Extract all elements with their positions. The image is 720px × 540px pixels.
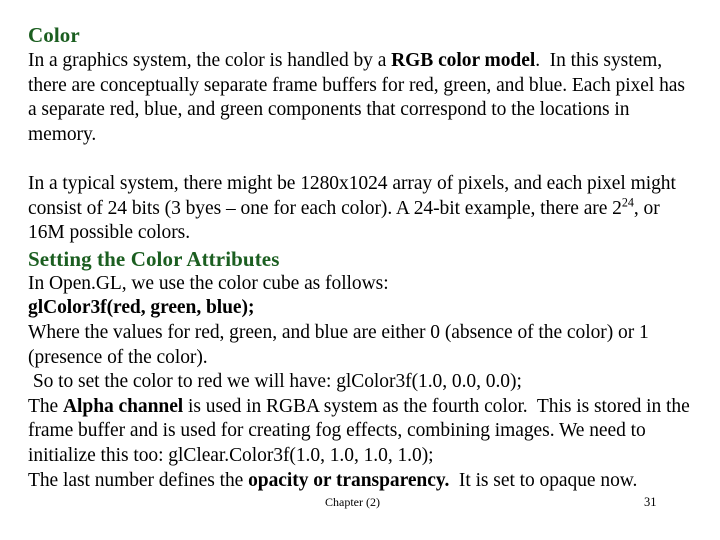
line-color-values-range: Where the values for red, green, and blu… (28, 321, 654, 368)
line-glcolor3f-signature: glColor3f(red, green, blue); (28, 296, 696, 321)
paragraph-typical-system: In a typical system, there might be 1280… (28, 172, 696, 246)
line-set-color-red-example: So to set the color to red we will have:… (28, 371, 522, 393)
paragraph-rgb-model: In a graphics system, the color is handl… (28, 49, 696, 147)
paragraph2-superscript-24: 24 (621, 195, 634, 210)
last-part2: It is set to opaque now. (449, 469, 638, 491)
footer-chapter-label: Chapter (2) (325, 495, 380, 509)
paragraph1-bold-rgb-color-model: RGB color model (391, 50, 536, 71)
slide-content-body: Color In a graphics system, the color is… (28, 23, 696, 493)
alpha-bold-alpha-channel: Alpha channel (63, 395, 184, 417)
footer-page-number: 31 (644, 495, 657, 509)
line-opengl-color-cube: In Open.GL, we use the color cube as fol… (28, 272, 389, 294)
glcolor3f-bold-text: glColor3f(red, green, blue); (28, 297, 255, 319)
section-heading-setting-color-attributes: Setting the Color Attributes (28, 246, 280, 271)
line-opacity-transparency: The last number defines the opacity or t… (28, 469, 696, 494)
paragraph2-part1: In a typical system, there might be 1280… (28, 172, 681, 219)
slide-footer: Chapter (2) 31 (0, 494, 720, 514)
line-alpha-channel: The Alpha channel is used in RGBA system… (28, 395, 696, 469)
last-bold-opacity-or-transparency: opacity or transparency. (248, 469, 450, 491)
slide-title: Color (28, 23, 80, 47)
alpha-part1: The (28, 395, 63, 417)
paragraph1-part1: In a graphics system, the color is handl… (28, 50, 392, 71)
slide-canvas: Color In a graphics system, the color is… (0, 0, 720, 540)
last-part1: The last number defines the (28, 469, 249, 491)
